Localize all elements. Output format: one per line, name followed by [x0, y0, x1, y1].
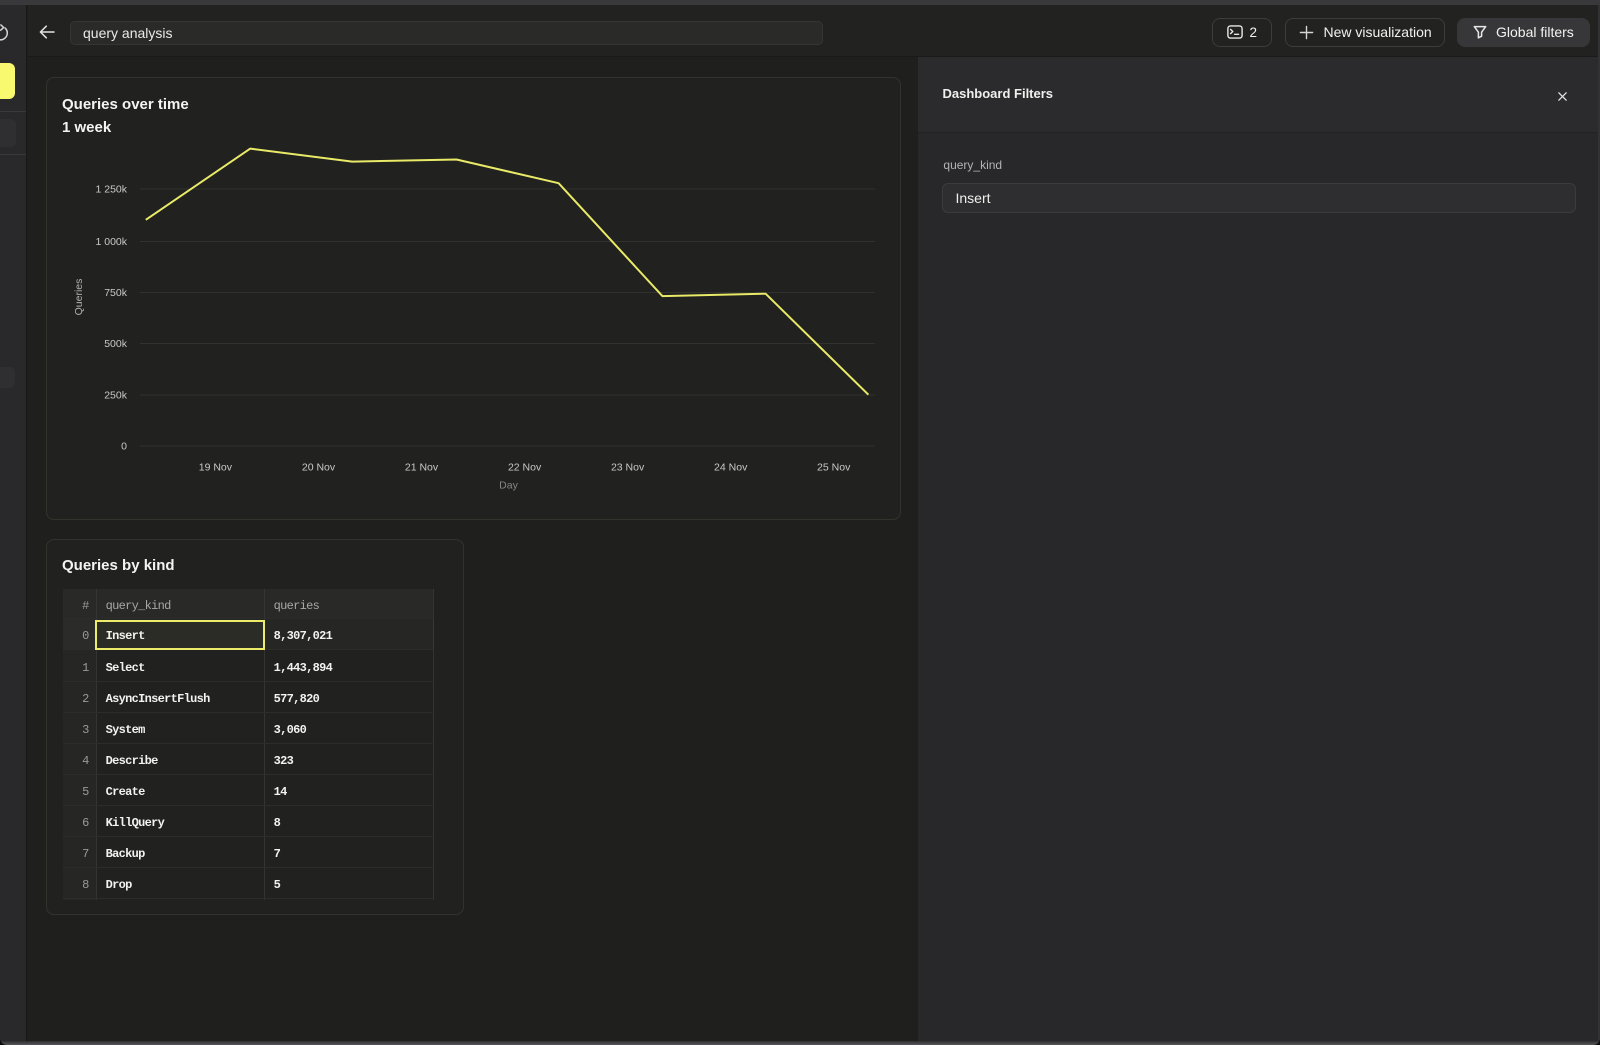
- svg-text:0: 0: [121, 441, 127, 453]
- svg-text:20 Nov: 20 Nov: [302, 462, 336, 474]
- svg-text:19 Nov: 19 Nov: [199, 462, 233, 474]
- svg-text:250k: 250k: [104, 390, 128, 402]
- svg-text:22 Nov: 22 Nov: [508, 462, 542, 474]
- svg-text:750k: 750k: [104, 287, 128, 299]
- svg-text:Queries: Queries: [73, 279, 85, 316]
- svg-text:24 Nov: 24 Nov: [714, 462, 748, 474]
- svg-text:Day: Day: [499, 480, 518, 492]
- svg-text:1 000k: 1 000k: [95, 236, 127, 248]
- svg-text:23 Nov: 23 Nov: [611, 462, 645, 474]
- svg-text:25 Nov: 25 Nov: [817, 462, 851, 474]
- svg-text:1 250k: 1 250k: [95, 184, 127, 196]
- svg-text:21 Nov: 21 Nov: [405, 462, 439, 474]
- svg-text:500k: 500k: [104, 338, 128, 350]
